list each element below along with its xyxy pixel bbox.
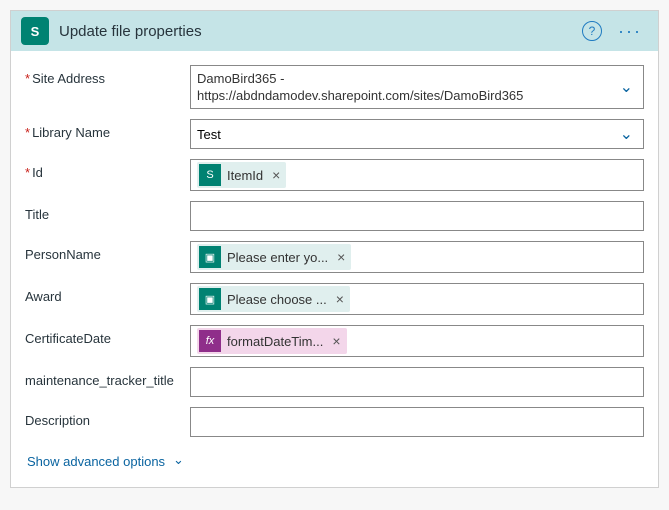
token-remove-icon[interactable]: × [334, 249, 348, 265]
token-formatdatetime[interactable]: fx formatDateTim... × [197, 328, 347, 354]
chevron-down-icon: ⌄ [620, 124, 633, 144]
label-personname: PersonName [25, 241, 190, 273]
row-certificatedate: CertificateDate fx formatDateTim... × [25, 325, 644, 357]
forms-token-icon: ▣ [199, 288, 221, 310]
token-label: formatDateTim... [227, 334, 323, 349]
sharepoint-token-icon: S [199, 164, 221, 186]
input-maintenance-tracker[interactable] [190, 367, 644, 397]
show-advanced-options[interactable]: Show advanced options ⌄ [25, 447, 186, 483]
card-body: Site Address DamoBird365 - https://abdnd… [11, 51, 658, 487]
token-award[interactable]: ▣ Please choose ... × [197, 286, 350, 312]
chevron-down-icon: ⌄ [620, 77, 633, 97]
label-id: Id [25, 159, 190, 191]
token-itemid[interactable]: S ItemId × [197, 162, 286, 188]
card-header: Update file properties ··· [11, 11, 658, 51]
token-label: Please enter yo... [227, 250, 328, 265]
site-address-name: DamoBird365 - [197, 71, 609, 86]
forms-token-icon: ▣ [199, 246, 221, 268]
action-card: Update file properties ··· Site Address … [10, 10, 659, 488]
token-label: Please choose ... [227, 292, 327, 307]
row-maintenance-tracker: maintenance_tracker_title [25, 367, 644, 397]
input-personname[interactable]: ▣ Please enter yo... × [190, 241, 644, 273]
card-title: Update file properties [59, 23, 572, 40]
advanced-label: Show advanced options [27, 454, 165, 469]
row-personname: PersonName ▣ Please enter yo... × [25, 241, 644, 273]
token-remove-icon[interactable]: × [329, 333, 343, 349]
token-remove-icon[interactable]: × [269, 167, 283, 183]
input-certificatedate[interactable]: fx formatDateTim... × [190, 325, 644, 357]
expression-fx-icon: fx [199, 330, 221, 352]
token-personname[interactable]: ▣ Please enter yo... × [197, 244, 351, 270]
token-label: ItemId [227, 168, 263, 183]
row-award: Award ▣ Please choose ... × [25, 283, 644, 315]
label-award: Award [25, 283, 190, 315]
row-library-name: Library Name Test ⌄ [25, 119, 644, 149]
chevron-down-icon: ⌄ [173, 452, 184, 468]
label-maintenance-tracker: maintenance_tracker_title [25, 367, 190, 397]
input-site-address[interactable]: DamoBird365 - https://abdndamodev.sharep… [190, 65, 644, 109]
library-name-value: Test [197, 127, 221, 142]
input-award[interactable]: ▣ Please choose ... × [190, 283, 644, 315]
token-remove-icon[interactable]: × [333, 291, 347, 307]
label-title: Title [25, 201, 190, 231]
label-site-address: Site Address [25, 65, 190, 109]
label-library-name: Library Name [25, 119, 190, 149]
label-certificatedate: CertificateDate [25, 325, 190, 357]
label-description: Description [25, 407, 190, 437]
input-id[interactable]: S ItemId × [190, 159, 644, 191]
row-title: Title [25, 201, 644, 231]
row-description: Description [25, 407, 644, 437]
input-title[interactable] [190, 201, 644, 231]
sharepoint-icon [21, 17, 49, 45]
more-menu-icon[interactable]: ··· [612, 21, 648, 42]
row-id: Id S ItemId × [25, 159, 644, 191]
input-library-name[interactable]: Test ⌄ [190, 119, 644, 149]
help-icon[interactable] [582, 21, 602, 41]
row-site-address: Site Address DamoBird365 - https://abdnd… [25, 65, 644, 109]
site-address-url: https://abdndamodev.sharepoint.com/sites… [197, 88, 609, 103]
input-description[interactable] [190, 407, 644, 437]
